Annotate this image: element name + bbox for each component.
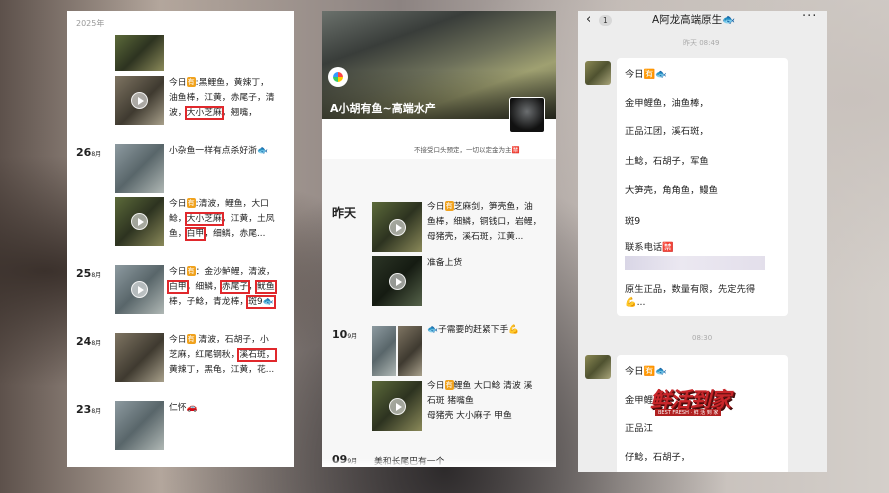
chat-panel[interactable]: ‹ 1 A阿龙高端原生🐟 ··· 昨天 08:49 今日🈶🐟 金甲鲤鱼，油鱼棒，… xyxy=(578,11,827,472)
post-text[interactable]: 小杂鱼一样有点杀好浙🐟 xyxy=(169,144,268,159)
post-text[interactable]: 准备上货 xyxy=(427,256,462,271)
chat-header: ‹ 1 A阿龙高端原生🐟 ··· xyxy=(578,11,827,35)
chat-title: A阿龙高端原生🐟 xyxy=(652,14,736,26)
highlight-box: 溪石斑， xyxy=(237,348,277,362)
sender-avatar[interactable] xyxy=(585,61,611,85)
highlight-box: 大小芝麻 xyxy=(184,106,224,120)
day-label: 268月 xyxy=(76,146,102,159)
highlight-box: 斑9🐟 xyxy=(246,295,276,309)
post-image[interactable] xyxy=(115,144,164,193)
highlight-box: 白甲 xyxy=(184,227,207,241)
day-label: 258月 xyxy=(76,267,102,280)
moments-profile-panel[interactable]: A小胡有鱼~高端水产 不接受口头预定，一切以定金为主🈲 昨天 今日有芝麻剑，笋壳… xyxy=(322,11,556,467)
highlight-box: 鱿鱼 xyxy=(255,280,277,294)
post-text[interactable]: 仁怀🚗 xyxy=(169,401,198,416)
post-text[interactable]: 今日有:清波，鲤鱼，大口 鲶，大小芝麻，江黄，土凤 鱼，白甲，细鳞，赤尾... xyxy=(169,197,294,242)
message-line: 仔鲶，石胡子， xyxy=(625,452,691,463)
post-image[interactable] xyxy=(115,333,164,382)
message-bubble[interactable]: 今日🈶🐟 金甲鲤鱼，油鱼棒， 正品江团，溪石斑， 土鲶，石胡子，军鱼 大笋壳，角… xyxy=(617,58,788,316)
message-line: 大笋壳，角角鱼，鳗鱼 xyxy=(625,185,718,196)
play-icon xyxy=(131,92,148,109)
post-text[interactable]: 今日有 清波，石胡子，小 芝麻，红尾钢秋，溪石斑， 黄辣丁，黑龟，江黄，花... xyxy=(169,333,294,378)
message-line: 原生正品，数量有限，先定先得 xyxy=(625,284,756,295)
year-label: 2025年 xyxy=(76,19,105,28)
highlight-box: 白甲 xyxy=(167,280,189,294)
day-label: 238月 xyxy=(76,403,102,416)
day-label: 248月 xyxy=(76,335,102,348)
post-image[interactable] xyxy=(372,326,396,376)
post-video-thumb[interactable] xyxy=(115,265,164,314)
day-label: 109月 xyxy=(332,328,358,341)
unread-badge: 1 xyxy=(599,15,612,26)
post-text[interactable]: 今日有:黑鲤鱼，黄辣丁， 油鱼棒，江黄，赤尾子，清 波，大小芝麻，翘嘴， xyxy=(169,76,294,121)
profile-avatar[interactable] xyxy=(509,97,545,133)
message-line: 今日🈶🐟 xyxy=(625,366,667,377)
post-text[interactable]: 🐟子需要的赶紧下手💪 xyxy=(427,323,519,338)
play-icon xyxy=(388,397,406,415)
post-video-thumb[interactable] xyxy=(372,202,422,252)
message-line: 斑9 xyxy=(625,216,641,227)
more-icon[interactable]: ··· xyxy=(802,11,817,24)
message-line: 金甲鲤鱼，油鱼棒， xyxy=(625,98,709,109)
moments-timeline-panel-1[interactable]: 2025年 今日有:黑鲤鱼，黄辣丁， 油鱼棒，江黄，赤尾子，清 波，大小芝麻，翘… xyxy=(67,11,294,467)
play-icon xyxy=(388,272,406,290)
post-video-thumb[interactable] xyxy=(372,381,422,431)
post-video-thumb[interactable] xyxy=(372,256,422,306)
message-line: 土鲶，石胡子，军鱼 xyxy=(625,156,709,167)
post-text[interactable]: 今日有：金沙鲈鲤，清波， 白甲，细鳞，赤尾子，鱿鱼 棒，子鲶，青龙棒，斑9🐟 xyxy=(167,265,294,310)
profile-name: A小胡有鱼~高端水产 xyxy=(330,102,436,115)
post-image[interactable] xyxy=(398,326,422,376)
app-logo-icon xyxy=(328,67,348,87)
message-line: 💪... xyxy=(625,297,646,308)
post-image[interactable] xyxy=(115,401,164,450)
play-icon xyxy=(131,281,148,298)
bottom-fade xyxy=(322,459,556,467)
message-line: 正品江 xyxy=(625,423,653,434)
message-line: 正品江团，溪石斑， xyxy=(625,126,709,137)
message-line: 今日🈶🐟 xyxy=(625,69,667,80)
highlight-box: 赤尾子 xyxy=(219,280,251,294)
sender-avatar[interactable] xyxy=(585,355,611,379)
post-video-thumb[interactable] xyxy=(115,76,164,125)
play-icon xyxy=(131,213,148,230)
message-line: 联系电话🈲 xyxy=(625,242,674,253)
message-line: 金甲鲤 xyxy=(625,395,653,406)
timestamp: 昨天 08:49 xyxy=(683,39,720,47)
back-icon[interactable]: ‹ xyxy=(586,12,591,27)
post-video-thumb[interactable] xyxy=(115,197,164,246)
blurred-phone-number xyxy=(625,256,765,270)
play-icon xyxy=(388,218,406,236)
fresh-sticker: 鲜活到家 BEST FRESH · 鲜 活 到 家 xyxy=(650,388,731,416)
timestamp: 08:30 xyxy=(692,334,713,342)
post-text[interactable]: 今日有芝麻剑，笋壳鱼，油 鱼棒，细鳞，铜钱口，岩鲤， 母猪壳，溪石斑，江黄... xyxy=(427,200,555,245)
day-label: 昨天 xyxy=(332,206,357,220)
highlight-box: 大小芝麻 xyxy=(184,212,224,226)
post-image[interactable] xyxy=(115,35,164,71)
post-text[interactable]: 今日有鲤鱼 大口鲶 清波 溪 石斑 猪嘴鱼 母猪壳 大小麻子 甲鱼 xyxy=(427,379,555,424)
profile-signature: 不接受口头预定，一切以定金为主🈲 xyxy=(414,146,520,154)
